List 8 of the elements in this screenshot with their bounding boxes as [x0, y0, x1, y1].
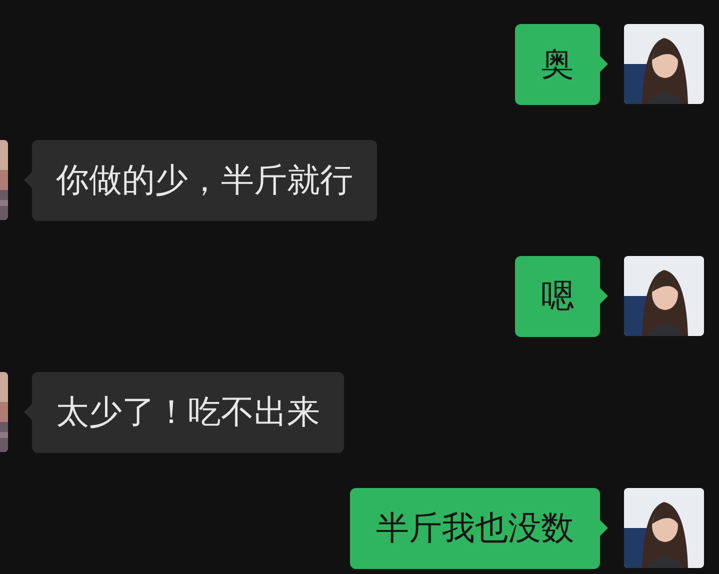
- bubble-tail: [600, 56, 608, 72]
- message-bubble: 你做的少，半斤就行: [32, 140, 377, 221]
- message-bubble: 半斤我也没数: [350, 488, 600, 569]
- bubble-tail: [600, 520, 608, 536]
- message-bubble: 奥: [515, 24, 600, 105]
- message-bubble: 嗯: [515, 256, 600, 337]
- message-bubble: 太少了！吃不出来: [32, 372, 344, 453]
- bubble-tail: [600, 288, 608, 304]
